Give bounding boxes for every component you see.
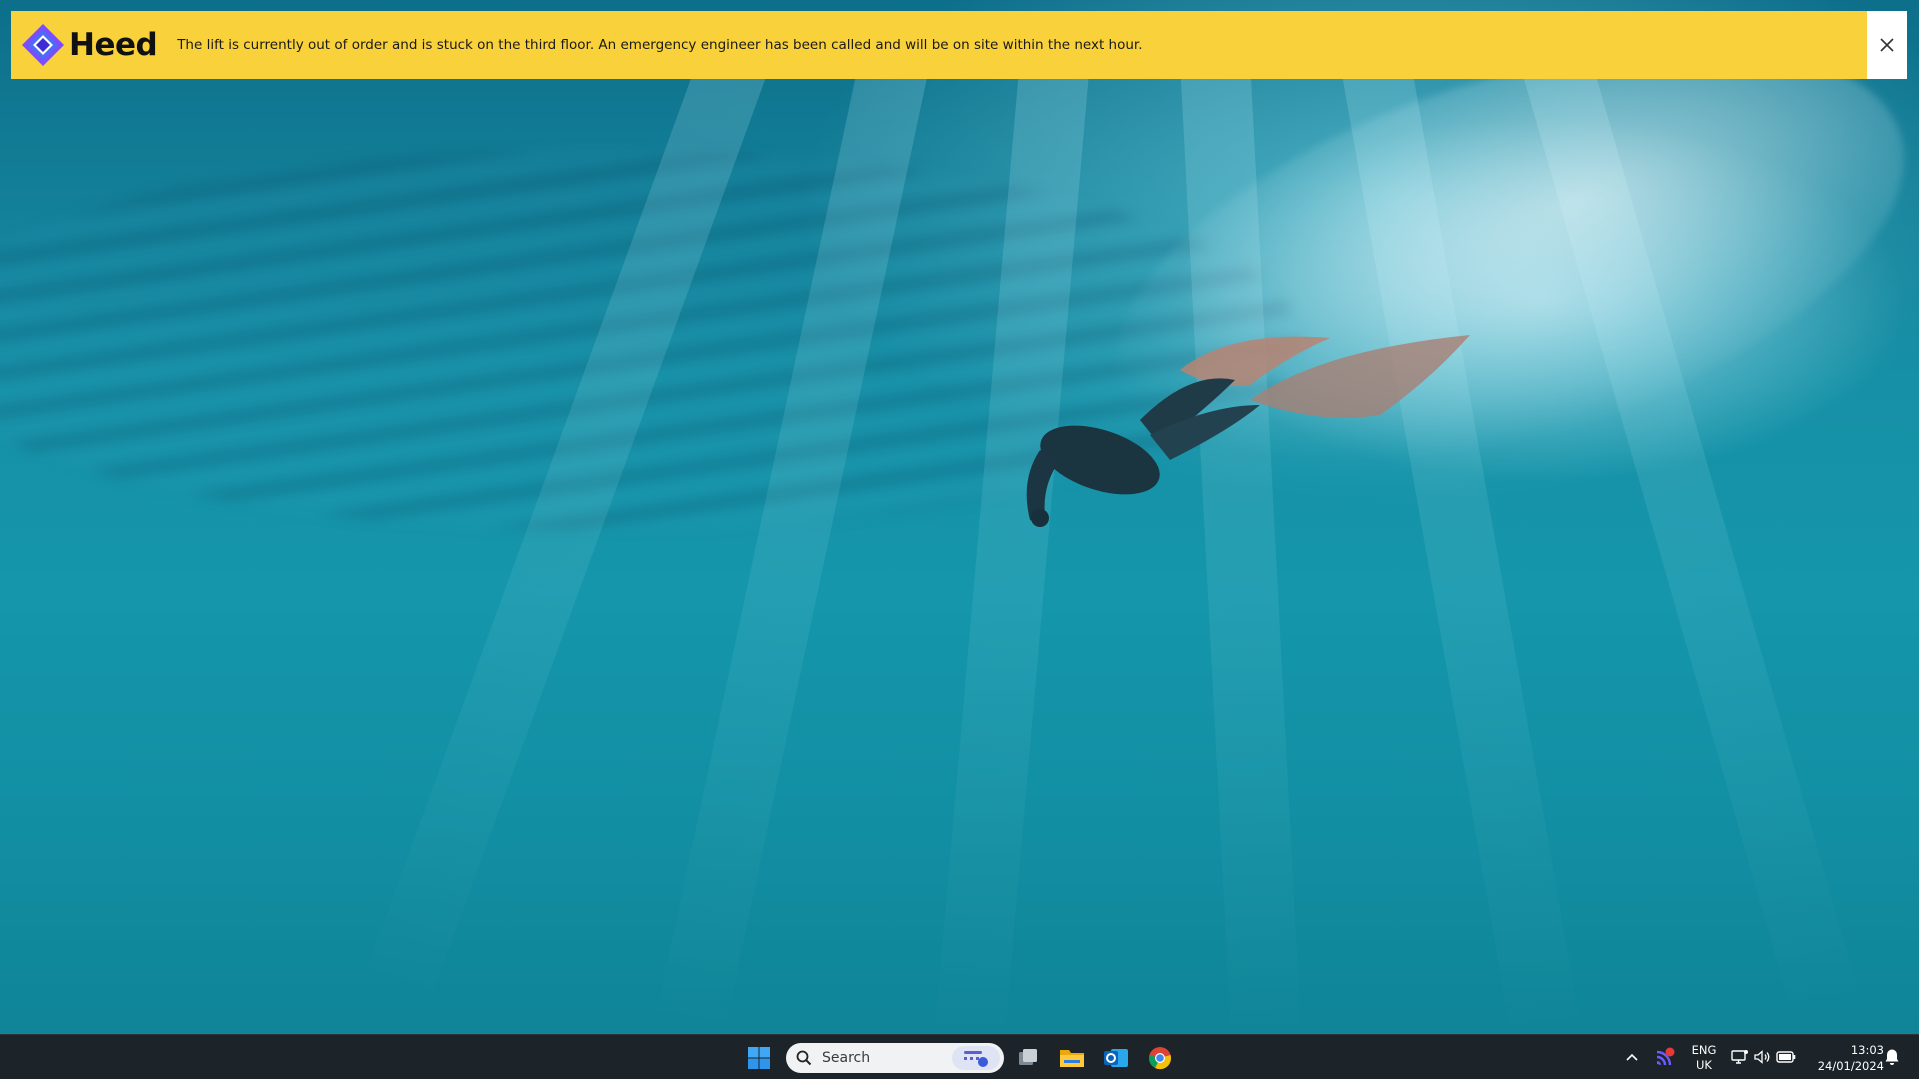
outlook-button[interactable] [1098,1040,1134,1076]
language-region: UK [1696,1058,1712,1072]
language-indicator[interactable]: ENG UK [1686,1043,1722,1073]
clock-time: 13:03 [1850,1043,1884,1057]
brand-name: Heed [69,27,158,63]
search-label: Search [822,1050,871,1066]
search-highlight-icon [964,1051,988,1067]
chrome-button[interactable] [1142,1040,1178,1076]
search-icon [796,1050,812,1066]
taskbar: Search ENG UK 13:03 24/01/2024 [0,1034,1919,1079]
notification-message: The lift is currently out of order and i… [177,37,1143,53]
task-view-icon [1019,1049,1037,1065]
brand: Heed [19,21,158,69]
close-icon [1880,38,1894,52]
show-hidden-icons-chevron-icon[interactable] [1622,1047,1642,1067]
notification-bell-icon[interactable] [1882,1047,1902,1067]
notification-banner: Heed The lift is currently out of order … [11,11,1907,79]
heed-logo-icon [22,24,64,66]
search-highlight[interactable] [952,1046,1000,1070]
language-code: ENG [1691,1043,1717,1057]
chrome-icon [1149,1047,1171,1070]
start-button[interactable] [741,1040,777,1076]
volume-icon[interactable] [1753,1048,1771,1066]
clock-date: 24/01/2024 [1817,1059,1884,1073]
outlook-icon [1104,1049,1128,1067]
desktop [0,0,1919,1079]
tray-app-icon[interactable] [1654,1046,1676,1068]
task-view-button[interactable] [1010,1040,1046,1076]
wallpaper-diver-image [1026,335,1470,527]
windows-logo-icon [748,1047,770,1069]
close-button[interactable] [1867,11,1907,79]
clock[interactable]: 13:03 24/01/2024 [1806,1042,1884,1074]
folder-icon [1060,1050,1084,1067]
battery-icon[interactable] [1776,1048,1796,1066]
file-explorer-button[interactable] [1054,1040,1090,1076]
network-icon[interactable] [1731,1048,1749,1066]
search-input[interactable]: Search [786,1043,1004,1073]
